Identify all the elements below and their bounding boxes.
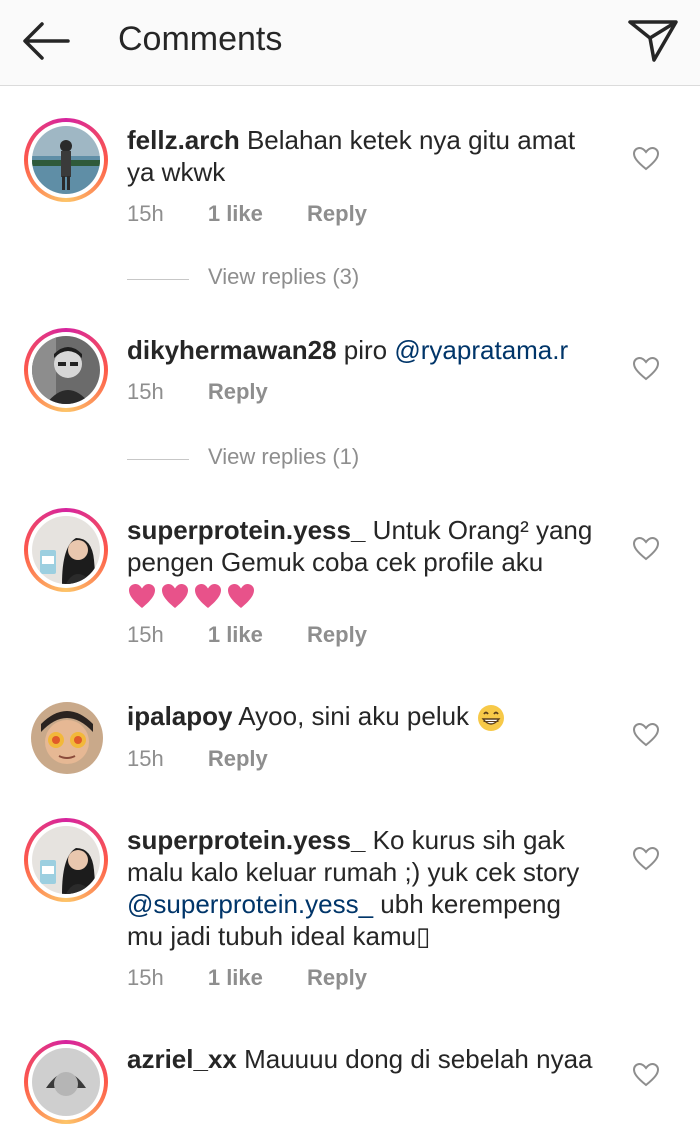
divider bbox=[127, 279, 189, 280]
comment-body: ubh kerempeng bbox=[373, 889, 561, 919]
avatar[interactable] bbox=[24, 328, 108, 412]
avatar[interactable] bbox=[24, 818, 108, 902]
reply-button[interactable]: Reply bbox=[307, 201, 367, 226]
comment-text: dikyhermawan28 piro @ryapratama.r bbox=[127, 334, 607, 366]
send-direct-icon[interactable] bbox=[624, 14, 684, 64]
comment-time: 15h bbox=[127, 379, 164, 404]
pink-heart-emoji bbox=[127, 578, 259, 610]
comment-body: malu kalo keluar rumah ;) yuk cek story bbox=[127, 857, 580, 887]
comment-time: 15h bbox=[127, 965, 164, 990]
comment-meta: 15h 1 like Reply bbox=[127, 965, 367, 991]
comment-meta: 15h Reply bbox=[127, 379, 268, 405]
comment-body: piro bbox=[336, 335, 395, 365]
avatar[interactable] bbox=[24, 118, 108, 202]
reply-button[interactable]: Reply bbox=[208, 379, 268, 404]
comment-username[interactable]: superprotein.yess_ bbox=[127, 515, 365, 545]
page-title: Comments bbox=[118, 20, 283, 58]
view-replies-label: View replies (3) bbox=[208, 264, 360, 289]
comment-username[interactable]: ipalapoy bbox=[127, 701, 232, 731]
comment-body: Ayoo, sini aku peluk bbox=[232, 701, 477, 731]
header-bar: Comments bbox=[0, 0, 700, 86]
comment-body: Mauuuu dong di sebelah nyaa bbox=[236, 1044, 593, 1074]
comment-text: ipalapoy Ayoo, sini aku peluk bbox=[127, 700, 607, 733]
comment-text: azriel_xx Mauuuu dong di sebelah nyaa bbox=[127, 1043, 607, 1075]
reply-button[interactable]: Reply bbox=[307, 622, 367, 647]
reply-button[interactable]: Reply bbox=[208, 746, 268, 771]
comment-likes[interactable]: 1 like bbox=[208, 965, 263, 990]
heart-outline-icon[interactable] bbox=[632, 356, 660, 382]
mention-link[interactable]: @ryapratama.r bbox=[394, 335, 568, 365]
avatar[interactable] bbox=[24, 1040, 108, 1124]
reply-button[interactable]: Reply bbox=[307, 965, 367, 990]
comment-username[interactable]: fellz.arch bbox=[127, 125, 240, 155]
comment-body: Untuk Orang² yang bbox=[365, 515, 593, 545]
grinning-face-emoji bbox=[478, 705, 505, 732]
comment-text: fellz.arch Belahan ketek nya gitu amat y… bbox=[127, 124, 607, 188]
comment-username[interactable]: superprotein.yess_ bbox=[127, 825, 365, 855]
mention-link[interactable]: @superprotein.yess_ bbox=[127, 889, 373, 919]
avatar[interactable] bbox=[31, 702, 103, 774]
view-replies-label: View replies (1) bbox=[208, 444, 360, 469]
comment-likes[interactable]: 1 like bbox=[208, 201, 263, 226]
comment-time: 15h bbox=[127, 746, 164, 771]
comment-username[interactable]: dikyhermawan28 bbox=[127, 335, 337, 365]
comment-meta: 15h 1 like Reply bbox=[127, 622, 367, 648]
heart-outline-icon[interactable] bbox=[632, 536, 660, 562]
comment-likes[interactable]: 1 like bbox=[208, 622, 263, 647]
back-arrow-icon[interactable] bbox=[18, 18, 74, 64]
heart-outline-icon[interactable] bbox=[632, 722, 660, 748]
divider bbox=[127, 459, 189, 460]
comment-time: 15h bbox=[127, 622, 164, 647]
heart-outline-icon[interactable] bbox=[632, 146, 660, 172]
heart-outline-icon[interactable] bbox=[632, 846, 660, 872]
comment-text: superprotein.yess_ Ko kurus sih gak malu… bbox=[127, 824, 607, 952]
comment-body: pengen Gemuk coba cek profile aku bbox=[127, 547, 544, 577]
comment-text: superprotein.yess_ Untuk Orang² yang pen… bbox=[127, 514, 607, 610]
comment-time: 15h bbox=[127, 201, 164, 226]
comment-meta: 15h 1 like Reply bbox=[127, 201, 367, 227]
comment-username[interactable]: azriel_xx bbox=[127, 1044, 237, 1074]
comment-body: Ko kurus sih gak bbox=[365, 825, 565, 855]
avatar[interactable] bbox=[24, 508, 108, 592]
comment-body: Belahan ketek nya gitu amat bbox=[239, 125, 576, 155]
comment-meta: 15h Reply bbox=[127, 746, 268, 772]
comment-body: mu jadi tubuh ideal kamu▯ bbox=[127, 921, 431, 951]
heart-outline-icon[interactable] bbox=[632, 1062, 660, 1088]
comment-body: ya wkwk bbox=[127, 157, 226, 187]
